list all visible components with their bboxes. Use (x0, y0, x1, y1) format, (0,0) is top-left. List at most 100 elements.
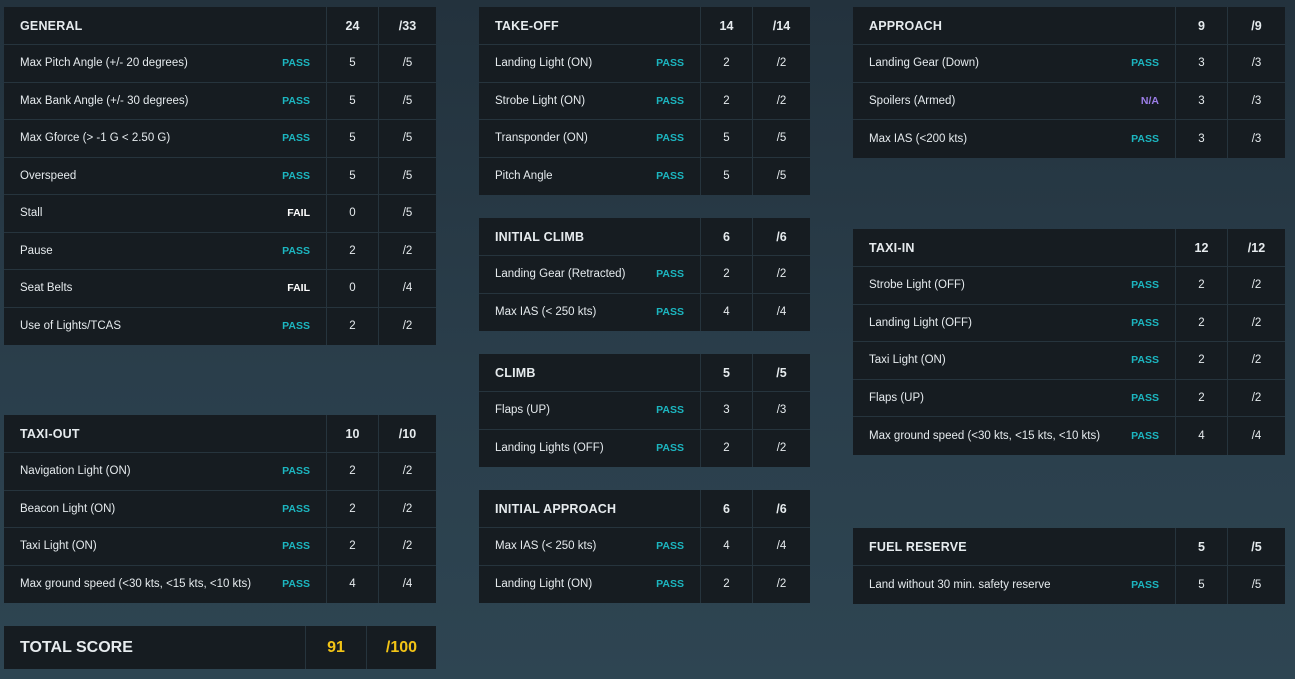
status-badge: FAIL (287, 207, 310, 220)
criteria-row: Transponder (ON) PASS 5/5 (479, 120, 810, 158)
criteria-score: 2 (700, 565, 752, 603)
total-score-panel: TOTAL SCORE 91 /100 (4, 626, 436, 669)
status-badge: PASS (656, 57, 684, 70)
criteria-row: Pause PASS 2/2 (4, 232, 436, 270)
section-score: 5 (1175, 528, 1227, 565)
section-general: GENERAL 24/33 Max Pitch Angle (+/- 20 degr… (4, 7, 436, 345)
status-badge: PASS (282, 540, 310, 553)
criteria-max-score: /2 (378, 453, 436, 490)
section-header: GENERAL 24/33 (4, 7, 436, 45)
criteria-cell: Max ground speed (<30 kts, <15 kts, <10 … (4, 566, 326, 604)
criteria-row: Stall FAIL 0/5 (4, 195, 436, 233)
criteria-score: 2 (326, 528, 378, 565)
section-max-score: /10 (378, 415, 436, 452)
status-badge: PASS (1131, 391, 1159, 404)
criteria-max-score: /5 (752, 157, 810, 195)
criteria-score: 3 (1175, 120, 1227, 158)
criteria-label: Taxi Light (ON) (869, 354, 946, 367)
criteria-label: Strobe Light (OFF) (869, 279, 965, 292)
criteria-row: Max ground speed (<30 kts, <15 kts, <10 … (853, 417, 1285, 455)
criteria-row: Flaps (UP) PASS 2/2 (853, 379, 1285, 417)
criteria-cell: Max Bank Angle (+/- 30 degrees) PASS (4, 83, 326, 120)
status-badge: PASS (656, 404, 684, 417)
status-badge: PASS (656, 268, 684, 281)
criteria-row: Navigation Light (ON) PASS 2/2 (4, 453, 436, 491)
section-header: TAXI-OUT 10/10 (4, 415, 436, 453)
criteria-row: Taxi Light (ON) PASS 2/2 (853, 342, 1285, 380)
criteria-cell: Landing Light (ON) PASS (479, 566, 700, 604)
criteria-cell: Navigation Light (ON) PASS (4, 453, 326, 490)
status-badge: PASS (656, 578, 684, 591)
criteria-label: Beacon Light (ON) (20, 502, 116, 515)
criteria-cell: Max ground speed (<30 kts, <15 kts, <10 … (853, 417, 1175, 455)
criteria-cell: Transponder (ON) PASS (479, 120, 700, 157)
criteria-label: Spoilers (Armed) (869, 94, 956, 107)
criteria-label: Max Pitch Angle (+/- 20 degrees) (20, 57, 188, 70)
section-max-score: /33 (378, 7, 436, 44)
criteria-label: Strobe Light (ON) (495, 94, 586, 107)
criteria-row: Landing Lights (OFF) PASS 2/2 (479, 429, 810, 468)
status-badge: PASS (656, 170, 684, 183)
section-taxi-in: TAXI-IN 12/12 Strobe Light (OFF) PASS 2/2 Lan… (853, 229, 1285, 455)
status-badge: PASS (656, 132, 684, 145)
criteria-max-score: /5 (378, 195, 436, 232)
criteria-label: Landing Light (OFF) (869, 316, 972, 329)
criteria-max-score: /2 (378, 528, 436, 565)
section-max-score: /12 (1227, 229, 1285, 266)
criteria-cell: Landing Lights (OFF) PASS (479, 430, 700, 468)
criteria-cell: Landing Gear (Down) PASS (853, 45, 1175, 82)
criteria-max-score: /2 (752, 256, 810, 293)
criteria-score: 3 (700, 392, 752, 429)
section-score: 6 (700, 490, 752, 527)
criteria-row: Use of Lights/TCAS PASS 2/2 (4, 307, 436, 345)
criteria-label: Landing Light (ON) (495, 578, 593, 591)
criteria-label: Max Gforce (> -1 G < 2.50 G) (20, 132, 171, 145)
section-header: FUEL RESERVE 5/5 (853, 528, 1285, 566)
criteria-label: Seat Belts (20, 282, 73, 295)
criteria-label: Max ground speed (<30 kts, <15 kts, <10 … (20, 578, 252, 591)
section-title: FUEL RESERVE (869, 539, 967, 554)
section-score: 6 (700, 218, 752, 255)
criteria-row: Land without 30 min. safety reserve PASS 5… (853, 566, 1285, 604)
status-badge: FAIL (287, 282, 310, 295)
criteria-row: Beacon Light (ON) PASS 2/2 (4, 490, 436, 528)
section-header: INITIAL APPROACH 6/6 (479, 490, 810, 528)
criteria-label: Pitch Angle (495, 170, 553, 183)
criteria-label: Overspeed (20, 169, 77, 182)
section-header: INITIAL CLIMB 6/6 (479, 218, 810, 256)
section-max-score: /5 (1227, 528, 1285, 565)
section-score: 14 (700, 7, 752, 44)
total-score-value: 91 (305, 626, 366, 669)
criteria-max-score: /2 (752, 429, 810, 467)
criteria-max-score: /4 (378, 270, 436, 307)
section-max-score: /6 (752, 490, 810, 527)
criteria-max-score: /4 (378, 565, 436, 603)
criteria-cell: Max Gforce (> -1 G < 2.50 G) PASS (4, 120, 326, 157)
section-fuel-reserve: FUEL RESERVE 5/5 Land without 30 min. safe… (853, 528, 1285, 604)
criteria-max-score: /2 (1227, 342, 1285, 379)
status-badge: PASS (282, 465, 310, 478)
criteria-cell: Seat Belts FAIL (4, 270, 326, 307)
criteria-row: Landing Light (ON) PASS 2/2 (479, 45, 810, 83)
criteria-score: 4 (700, 528, 752, 565)
criteria-score: 4 (700, 293, 752, 331)
criteria-max-score: /4 (752, 293, 810, 331)
criteria-row: Landing Light (OFF) PASS 2/2 (853, 304, 1285, 342)
criteria-row: Spoilers (Armed) N/A 3/3 (853, 82, 1285, 120)
status-badge: PASS (1131, 132, 1159, 145)
criteria-max-score: /2 (378, 490, 436, 527)
criteria-label: Transponder (ON) (495, 132, 588, 145)
status-badge: PASS (1131, 578, 1159, 591)
status-badge: PASS (1131, 279, 1159, 292)
criteria-cell: Max IAS (<200 kts) PASS (853, 120, 1175, 158)
criteria-cell: Landing Gear (Retracted) PASS (479, 256, 700, 293)
criteria-cell: Land without 30 min. safety reserve PASS (853, 566, 1175, 604)
criteria-max-score: /2 (752, 45, 810, 82)
criteria-score: 2 (1175, 379, 1227, 416)
criteria-row: Max Bank Angle (+/- 30 degrees) PASS 5/5 (4, 82, 436, 120)
criteria-label: Landing Gear (Down) (869, 57, 979, 70)
criteria-max-score: /5 (378, 45, 436, 82)
section-score: 5 (700, 354, 752, 391)
criteria-score: 2 (700, 256, 752, 293)
criteria-score: 5 (326, 45, 378, 82)
